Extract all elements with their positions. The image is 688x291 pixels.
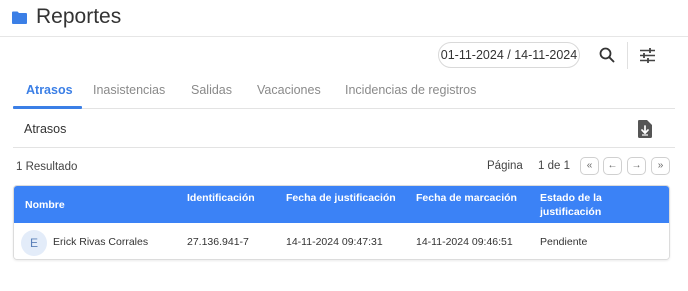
search-button[interactable] [596, 44, 618, 66]
next-page-button[interactable]: → [627, 157, 646, 175]
section-title: Atrasos [24, 122, 67, 136]
page-title: Reportes [36, 5, 122, 28]
tab-vacaciones[interactable]: Vacaciones [257, 83, 321, 97]
date-range-picker[interactable]: 01-11-2024 / 14-11-2024 [438, 42, 580, 68]
column-header-nombre[interactable]: Nombre [25, 198, 65, 212]
column-header-fecha-marcacion[interactable]: Fecha de marcación [416, 191, 517, 205]
search-icon [599, 47, 615, 63]
column-header-identificacion[interactable]: Identificación [187, 191, 255, 205]
tab-atrasos[interactable]: Atrasos [26, 83, 73, 97]
tab-incidencias-de-registros[interactable]: Incidencias de registros [345, 83, 476, 97]
report-tabs: Atrasos Inasistencias Salidas Vacaciones… [13, 76, 675, 109]
cell-fecha-marcacion: 14-11-2024 09:46:51 [416, 236, 513, 248]
tab-salidas[interactable]: Salidas [191, 83, 232, 97]
avatar: E [21, 230, 47, 256]
pagination-label: Página [487, 160, 523, 172]
cell-identificacion: 27.136.941-7 [187, 236, 249, 248]
page-header: Reportes [0, 0, 688, 36]
folder-icon [12, 11, 27, 24]
filter-button[interactable] [636, 44, 658, 66]
header-divider [0, 36, 688, 37]
column-header-fecha-justificacion[interactable]: Fecha de justificación [286, 191, 396, 205]
section-divider [13, 147, 675, 148]
active-tab-indicator [13, 106, 82, 109]
report-table: Nombre Identificación Fecha de justifica… [13, 185, 670, 260]
file-download-icon[interactable] [637, 120, 653, 138]
pagination-value: 1 de 1 [538, 160, 570, 172]
sliders-icon [639, 47, 655, 63]
table-row[interactable]: E Erick Rivas Corrales 27.136.941-7 14-1… [14, 223, 669, 259]
result-count: 1 Resultado [16, 161, 78, 173]
prev-page-button[interactable]: ← [603, 157, 622, 175]
column-header-estado[interactable]: Estado de la justificación [540, 191, 620, 219]
cell-fecha-justificacion: 14-11-2024 09:47:31 [286, 236, 383, 248]
tab-inasistencias[interactable]: Inasistencias [93, 83, 165, 97]
toolbar-divider [627, 42, 628, 69]
cell-estado: Pendiente [540, 236, 588, 248]
cell-nombre: Erick Rivas Corrales [53, 236, 149, 248]
first-page-button[interactable]: « [580, 157, 599, 175]
table-header: Nombre Identificación Fecha de justifica… [14, 186, 669, 223]
last-page-button[interactable]: » [651, 157, 670, 175]
